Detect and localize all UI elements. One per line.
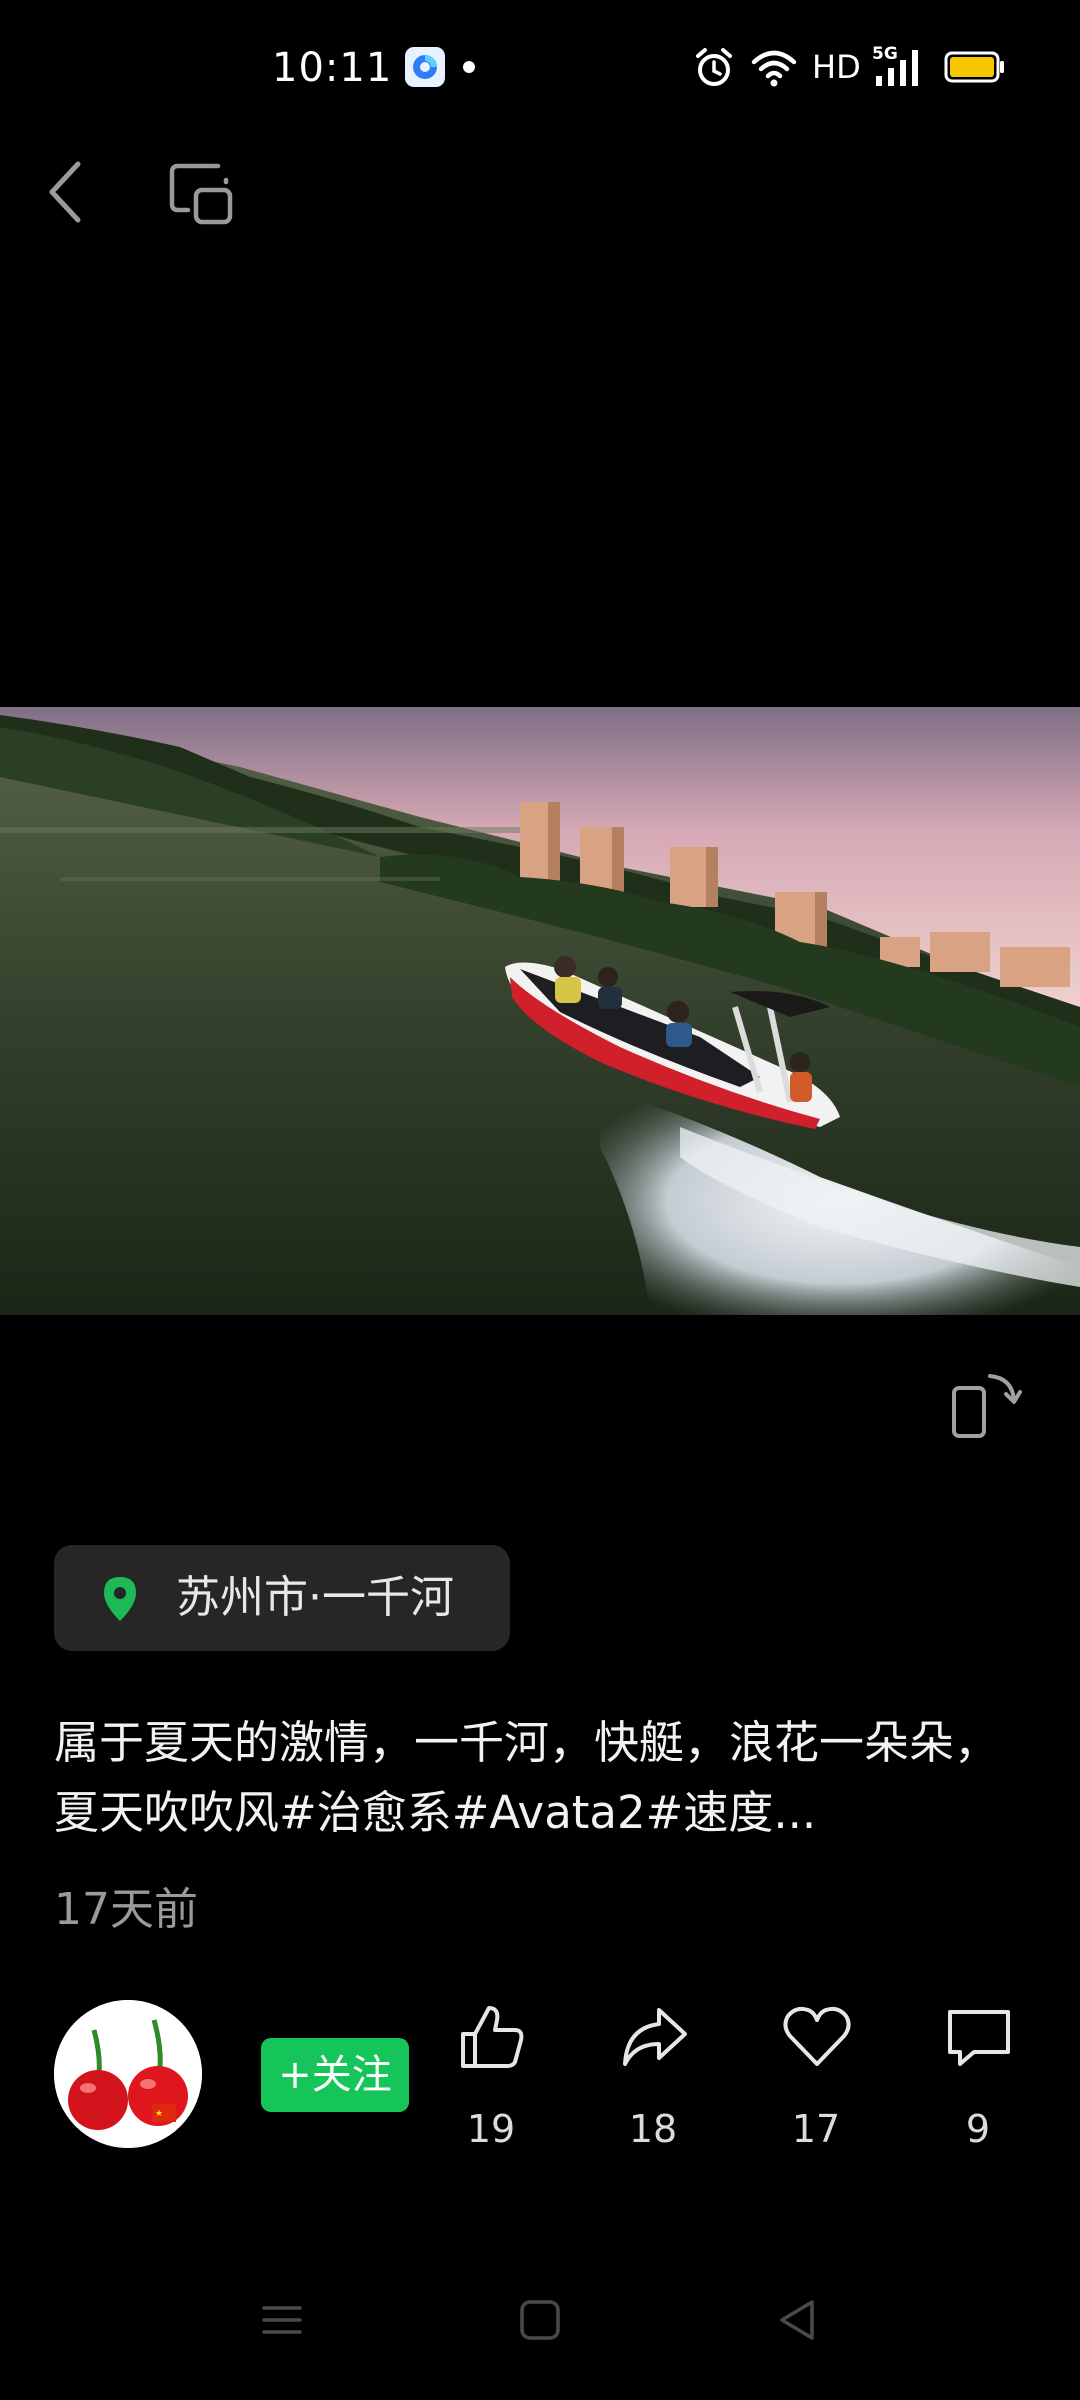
author-avatar[interactable]: ★ <box>54 2000 202 2148</box>
location-pin-icon <box>104 1577 136 1621</box>
favorite-count: 17 <box>791 2107 841 2151</box>
share-count: 18 <box>628 2107 678 2151</box>
share-arrow-icon <box>623 2008 687 2066</box>
rotate-screen-icon[interactable] <box>950 1368 1024 1442</box>
author-name-fragment <box>228 2025 248 2125</box>
battery-icon <box>944 51 1004 83</box>
share-button[interactable]: 18 <box>593 2000 713 2160</box>
post-caption[interactable]: 属于夏天的激情，一千河，快艇，浪花一朵朵，夏天吹吹风#治愈系#Avata2#速度… <box>54 1708 1034 1848</box>
follow-button[interactable]: +关注 <box>261 2038 409 2112</box>
video-player[interactable] <box>0 707 1080 1315</box>
like-count: 19 <box>466 2107 516 2151</box>
svg-text:★: ★ <box>155 2109 163 2119</box>
location-chip[interactable]: 苏州市·一千河 <box>54 1545 510 1651</box>
status-time: 10:11 <box>272 45 393 91</box>
comment-count: 9 <box>965 2107 991 2151</box>
menu-icon[interactable] <box>252 2290 312 2350</box>
thumbs-up-icon <box>461 2006 524 2068</box>
status-bar: 10:11 HD 5G <box>0 0 1080 130</box>
back-triangle-icon[interactable] <box>768 2290 828 2350</box>
back-arrow-icon[interactable] <box>34 152 96 232</box>
signal-icon: 5G <box>872 44 918 86</box>
picture-in-picture-icon[interactable] <box>166 158 238 230</box>
home-icon[interactable] <box>510 2290 570 2350</box>
network-type-label: 5G <box>872 44 898 64</box>
favorite-button[interactable]: 17 <box>756 2000 876 2160</box>
cherry-avatar-image: ★ <box>54 2000 202 2148</box>
alarm-icon <box>696 48 732 86</box>
video-frame-speedboat <box>0 707 1080 1315</box>
post-time: 17天前 <box>54 1884 198 1935</box>
notification-dot <box>463 61 475 73</box>
heart-icon <box>783 2006 851 2066</box>
comment-bubble-icon <box>948 2010 1010 2066</box>
browser-app-icon <box>405 47 445 87</box>
wifi-icon <box>751 50 797 87</box>
system-navigation-bar <box>0 2290 1080 2360</box>
location-label: 苏州市·一千河 <box>176 1572 454 1623</box>
hd-indicator: HD <box>812 48 861 86</box>
comment-button[interactable]: 9 <box>918 2000 1038 2160</box>
like-button[interactable]: 19 <box>431 2000 551 2160</box>
